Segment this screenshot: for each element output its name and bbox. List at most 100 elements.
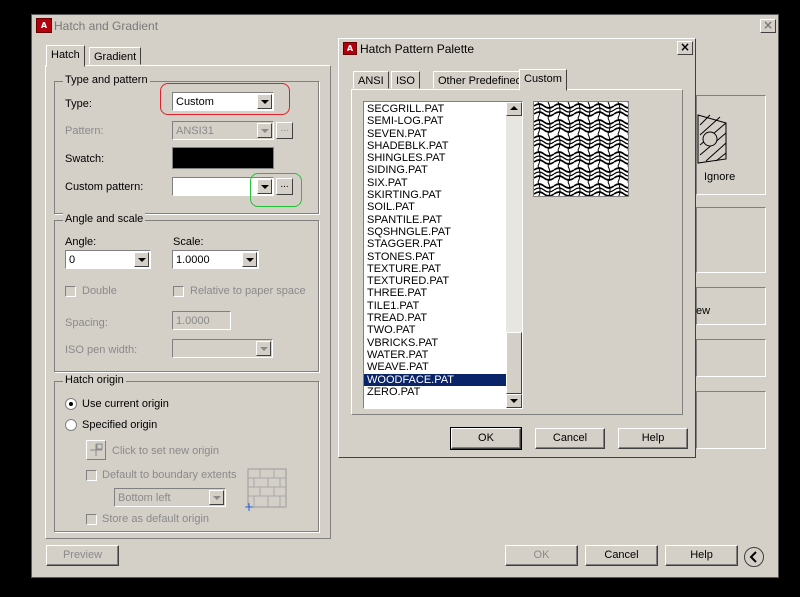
more-options-button[interactable] <box>744 547 764 567</box>
crosshair-icon <box>90 443 103 456</box>
right-group-box-1 <box>696 207 766 273</box>
scroll-down-icon[interactable] <box>506 394 522 408</box>
close-icon[interactable]: × <box>760 19 776 33</box>
list-item[interactable]: TREAD.PAT <box>364 312 507 324</box>
list-item[interactable]: ZERO.PAT <box>364 386 507 398</box>
angle-dropdown[interactable]: 0 <box>65 250 151 269</box>
dialog-title: Hatch and Gradient <box>54 19 159 33</box>
list-item[interactable]: SHINGLES.PAT <box>364 152 507 164</box>
swatch-preview[interactable] <box>172 147 274 169</box>
list-item[interactable]: STONES.PAT <box>364 251 507 263</box>
list-item[interactable]: TWO.PAT <box>364 324 507 336</box>
spacing-label: Spacing: <box>65 317 108 329</box>
origin-preview-icon: + <box>244 468 287 513</box>
double-label: Double <box>82 285 117 297</box>
scale-label: Scale: <box>173 236 204 248</box>
pattern-dropdown[interactable]: ANSI31 <box>172 121 274 140</box>
hatch-origin-legend: Hatch origin <box>63 374 126 386</box>
type-pattern-legend: Type and pattern <box>63 74 150 86</box>
relative-paper-checkbox[interactable] <box>173 286 184 297</box>
spacing-field[interactable]: 1.0000 <box>172 311 231 330</box>
list-item[interactable]: SQSHNGLE.PAT <box>364 226 507 238</box>
autocad-app-icon: A <box>343 42 357 55</box>
close-icon[interactable]: × <box>677 41 693 55</box>
origin-position-value: Bottom left <box>118 492 171 504</box>
list-item[interactable]: THREE.PAT <box>364 287 507 299</box>
chevron-down-icon[interactable] <box>209 490 224 505</box>
palette-title: Hatch Pattern Palette <box>360 42 475 56</box>
chevron-down-icon[interactable] <box>242 252 257 267</box>
palette-cancel-button[interactable]: Cancel <box>535 428 605 449</box>
use-current-origin-radio[interactable] <box>65 398 77 410</box>
ok-button[interactable]: OK <box>505 545 578 566</box>
default-boundary-checkbox[interactable] <box>86 470 97 481</box>
tab-gradient[interactable]: Gradient <box>89 47 142 65</box>
palette-help-button[interactable]: Help <box>618 428 688 449</box>
help-button[interactable]: Help <box>665 545 738 566</box>
list-item[interactable]: SPANTILE.PAT <box>364 214 507 226</box>
angle-value: 0 <box>69 254 76 266</box>
list-item[interactable]: SEVEN.PAT <box>364 128 507 140</box>
list-item[interactable]: SIX.PAT <box>364 177 507 189</box>
pick-origin-button[interactable] <box>86 440 106 460</box>
specified-origin-radio[interactable] <box>65 419 77 431</box>
tab-other-predefined[interactable]: Other Predefined <box>433 71 527 89</box>
tab-ansi[interactable]: ANSI <box>353 71 389 89</box>
cancel-button[interactable]: Cancel <box>585 545 658 566</box>
svg-text:+: + <box>244 500 254 513</box>
list-item[interactable]: TEXTURED.PAT <box>364 275 507 287</box>
palette-titlebar: A Hatch Pattern Palette × <box>340 40 694 58</box>
store-default-checkbox[interactable] <box>86 514 97 525</box>
list-item[interactable]: TEXTURE.PAT <box>364 263 507 275</box>
autocad-app-icon: A <box>36 18 52 33</box>
chevron-down-icon[interactable] <box>134 252 149 267</box>
pattern-browse-button[interactable]: ... <box>276 122 293 139</box>
tab-custom[interactable]: Custom <box>519 69 567 91</box>
tab-hatch[interactable]: Hatch <box>46 45 85 67</box>
type-label: Type: <box>65 98 92 110</box>
list-item[interactable]: WATER.PAT <box>364 349 507 361</box>
list-item[interactable]: WEAVE.PAT <box>364 361 507 373</box>
list-item[interactable]: TILE1.PAT <box>364 300 507 312</box>
double-checkbox[interactable] <box>65 286 76 297</box>
pattern-value: ANSI31 <box>176 125 214 137</box>
dialog-titlebar: A Hatch and Gradient × <box>32 15 778 37</box>
hatch-pattern-palette-dialog: A Hatch Pattern Palette × ANSI ISO Other… <box>338 38 696 458</box>
chevron-down-icon[interactable] <box>256 341 271 356</box>
custom-pattern-list[interactable]: SECGRILL.PAT SEMI-LOG.PAT SEVEN.PAT SHADEBL… <box>363 101 523 409</box>
origin-position-dropdown[interactable]: Bottom left <box>114 488 226 507</box>
chevron-left-icon <box>749 551 757 563</box>
scroll-up-icon[interactable] <box>506 102 522 116</box>
list-item[interactable]: SIDING.PAT <box>364 164 507 176</box>
palette-ok-button[interactable]: OK <box>450 427 522 450</box>
red-highlight <box>160 83 290 115</box>
list-item[interactable]: VBRICKS.PAT <box>364 337 507 349</box>
scale-value: 1.0000 <box>176 254 210 266</box>
right-group-box-4 <box>696 391 766 449</box>
scroll-thumb[interactable] <box>506 332 522 394</box>
specified-origin-label: Specified origin <box>82 419 158 431</box>
list-item[interactable]: SECGRILL.PAT <box>364 103 507 115</box>
angle-label: Angle: <box>65 236 97 248</box>
list-item[interactable]: STAGGER.PAT <box>364 238 507 250</box>
preview-button[interactable]: Preview <box>46 545 119 566</box>
list-scrollbar[interactable] <box>506 102 522 408</box>
green-highlight <box>250 173 302 207</box>
list-item[interactable]: SKIRTING.PAT <box>364 189 507 201</box>
tab-iso[interactable]: ISO <box>391 71 420 89</box>
pattern-label: Pattern: <box>65 125 104 137</box>
right-group-box-3 <box>696 339 766 377</box>
iso-pen-dropdown[interactable] <box>172 339 273 358</box>
list-item[interactable]: SEMI-LOG.PAT <box>364 115 507 127</box>
list-item[interactable]: SOIL.PAT <box>364 201 507 213</box>
list-item[interactable]: WOODFACE.PAT <box>364 373 507 386</box>
iso-pen-label: ISO pen width: <box>65 344 138 356</box>
relative-paper-label: Relative to paper space <box>190 285 306 297</box>
scale-dropdown[interactable]: 1.0000 <box>172 250 259 269</box>
pattern-preview-swatch <box>533 101 629 197</box>
default-boundary-label: Default to boundary extents <box>102 469 237 481</box>
chevron-down-icon[interactable] <box>257 123 272 138</box>
island-ignore-icon <box>697 114 727 164</box>
list-item[interactable]: SHADEBLK.PAT <box>364 140 507 152</box>
click-new-origin-label: Click to set new origin <box>112 445 219 457</box>
